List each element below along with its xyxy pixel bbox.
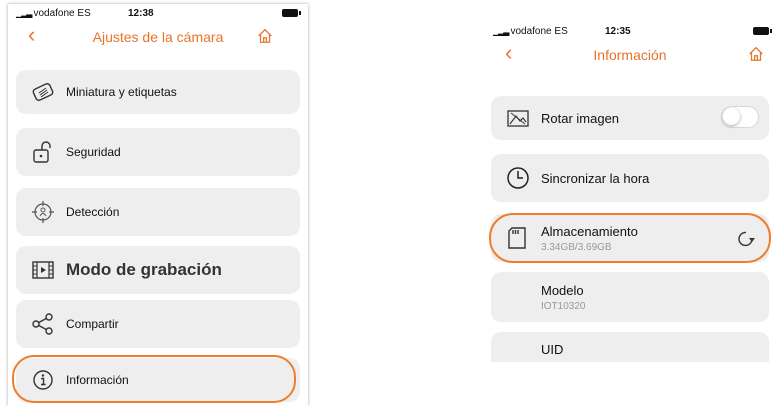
battery-icon: [753, 27, 772, 35]
model-label: Modelo: [541, 282, 584, 298]
status-bar: ▁▂▃ vodafone ES 12:35: [485, 22, 775, 40]
menu-item-recording-mode[interactable]: Modo de grabación: [16, 246, 300, 294]
battery-icon: [282, 9, 301, 17]
toggle-knob: [723, 108, 740, 125]
menu-item-label: Seguridad: [66, 145, 121, 159]
model-value: IOT10320: [541, 300, 586, 312]
signal-icon: ▁▂▃: [493, 27, 510, 36]
menu-item-security[interactable]: Seguridad: [16, 128, 300, 176]
info-uid: UID: [491, 332, 769, 362]
menu-item-label: Detección: [66, 205, 120, 219]
nav-bar: ‹ Información: [485, 40, 775, 68]
rotate-image-toggle[interactable]: [721, 106, 759, 128]
storage-value: 3.34GB/3.69GB: [541, 241, 612, 253]
setting-sync-time[interactable]: Sincronizar la hora: [491, 154, 769, 202]
motion-detect-icon: [32, 201, 54, 223]
unlock-icon: [33, 141, 51, 163]
info-icon: [33, 370, 53, 390]
refresh-icon[interactable]: [735, 228, 757, 250]
tag-icon: [32, 83, 54, 101]
film-icon: [32, 261, 54, 279]
setting-rotate-image: Rotar imagen: [491, 96, 769, 140]
setting-storage: Almacenamiento 3.34GB/3.69GB: [491, 214, 769, 262]
menu-item-label: Miniatura y etiquetas: [66, 85, 177, 99]
nav-bar: ‹ Ajustes de la cámara: [8, 22, 308, 50]
info-model: Modelo IOT10320: [491, 272, 769, 322]
menu-item-share[interactable]: Compartir: [16, 300, 300, 348]
share-icon: [32, 313, 53, 335]
setting-label: Rotar imagen: [541, 110, 620, 126]
page-title: Información: [593, 47, 667, 63]
information-screen: ▁▂▃ vodafone ES 12:35 ‹ Información Rotar…: [485, 22, 775, 362]
signal-icon: ▁▂▃: [16, 9, 33, 18]
menu-item-detection[interactable]: Detección: [16, 188, 300, 236]
setting-label: Almacenamiento: [541, 223, 638, 239]
setting-label: Sincronizar la hora: [541, 170, 650, 186]
status-bar: ▁▂▃ vodafone ES 12:38: [8, 4, 308, 22]
uid-label: UID: [541, 342, 564, 357]
clock-time: 12:35: [605, 26, 631, 37]
home-icon[interactable]: [256, 27, 274, 45]
menu-item-thumbnail-labels[interactable]: Miniatura y etiquetas: [16, 70, 300, 114]
sd-card-icon: [508, 227, 526, 249]
menu-item-information[interactable]: Información: [16, 358, 300, 402]
carrier-label: vodafone ES: [33, 8, 91, 19]
camera-settings-screen: ▁▂▃ vodafone ES 12:38 ‹ Ajustes de la cám…: [8, 4, 308, 406]
clock-time: 12:38: [128, 8, 154, 19]
menu-item-label: Modo de grabación: [66, 260, 222, 279]
rotate-image-icon: [507, 110, 529, 127]
home-icon[interactable]: [747, 45, 765, 63]
clock-icon: [507, 167, 529, 189]
carrier-label: vodafone ES: [510, 26, 568, 37]
menu-item-label: Compartir: [66, 317, 119, 331]
menu-item-label: Información: [66, 373, 129, 387]
